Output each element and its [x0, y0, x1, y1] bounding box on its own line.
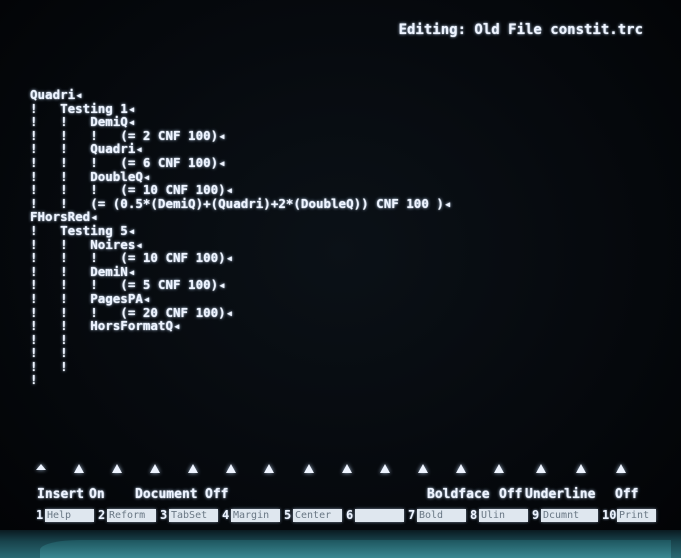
tab-stop-marker — [494, 464, 504, 473]
function-key-bar: 1 Help 2 Reform 3 TabSet 4 Margin 5 Center 6 7 Bold 8… — [36, 508, 658, 523]
insert-mode-label: Insert — [37, 487, 84, 502]
function-key-label: Help — [45, 509, 94, 522]
document-line[interactable]: ! ! ! (= 10 CNF 100)◂ — [30, 183, 451, 197]
tab-stop-marker — [616, 464, 626, 473]
function-key-number: 5 — [284, 508, 292, 522]
insert-mode-value: On — [89, 487, 105, 502]
document-line[interactable]: ! ! DemiQ◂ — [30, 115, 451, 129]
underline-mode-value: Off — [615, 487, 639, 502]
paragraph-end-marker: ◂ — [127, 100, 136, 116]
tab-stop-marker — [342, 464, 352, 473]
function-key-number: 2 — [98, 508, 106, 522]
paragraph-end-marker: ◂ — [142, 290, 151, 306]
paragraph-end-marker: ◂ — [443, 195, 452, 211]
tab-stop-marker — [304, 464, 314, 473]
document-mode-label: Document — [135, 487, 198, 502]
document-line[interactable]: ! ! — [30, 360, 451, 374]
function-key-f5[interactable]: 5 Center — [284, 508, 344, 523]
document-line[interactable]: ! — [30, 373, 451, 387]
document-line[interactable]: ! ! PagesPA◂ — [30, 292, 451, 306]
boldface-mode-label: Boldface — [427, 487, 490, 502]
tab-stop-marker — [36, 464, 46, 470]
document-line[interactable]: ! ! (= (0.5*(DemiQ)+(Quadri)+2*(DoubleQ)… — [30, 195, 452, 211]
paragraph-end-marker: ◂ — [173, 318, 181, 334]
document-line[interactable]: ! ! — [30, 332, 451, 347]
tab-ruler — [36, 464, 656, 480]
tab-stop-marker — [150, 464, 160, 473]
function-key-number: 4 — [222, 508, 230, 522]
function-key-f6[interactable]: 6 — [346, 508, 406, 523]
function-key-label: Margin — [231, 509, 280, 522]
document-line[interactable]: ! ! Quadri◂ — [30, 142, 451, 156]
paragraph-end-marker: ◂ — [218, 127, 226, 143]
function-key-f3[interactable]: 3 TabSet — [160, 508, 220, 523]
function-key-number: 8 — [470, 508, 478, 522]
function-key-label: TabSet — [169, 509, 218, 522]
tab-stop-marker — [456, 464, 466, 473]
tab-stop-marker — [576, 464, 586, 473]
function-key-f4[interactable]: 4 Margin — [222, 508, 282, 523]
document-line[interactable]: ! ! ! (= 6 CNF 100)◂ — [30, 156, 451, 170]
function-key-number: 1 — [36, 508, 44, 522]
document-text-area[interactable]: Quadri◂! Testing 1◂! ! DemiQ◂! ! ! (= 2 … — [30, 88, 451, 387]
function-key-f7[interactable]: 7 Bold — [408, 508, 468, 523]
underline-mode-label: Underline — [525, 487, 596, 502]
document-line[interactable]: Quadri◂ — [30, 88, 451, 102]
function-key-f10[interactable]: 10 Print — [602, 508, 658, 523]
function-key-number: 7 — [408, 508, 416, 522]
function-key-f2[interactable]: 2 Reform — [98, 508, 158, 523]
monitor-bezel-edge — [40, 540, 671, 558]
function-key-number: 6 — [346, 508, 354, 522]
function-key-number: 3 — [160, 508, 168, 522]
document-line[interactable]: FHorsRed◂ — [30, 210, 451, 224]
function-key-f8[interactable]: 8 Ulin — [470, 508, 530, 523]
function-key-label: Bold — [417, 509, 466, 522]
document-line[interactable]: ! Testing 5◂ — [30, 224, 451, 238]
paragraph-end-marker: ◂ — [225, 182, 234, 198]
function-key-f1[interactable]: 1 Help — [36, 508, 96, 523]
function-key-label: Ulin — [479, 509, 528, 522]
terminal-screen: Editing: Old File constit.trc Quadri◂! T… — [0, 0, 681, 558]
function-key-number: 10 — [602, 508, 617, 522]
function-key-label: Dcumnt — [541, 509, 598, 522]
paragraph-end-marker: ◂ — [127, 222, 136, 238]
paragraph-end-marker: ◂ — [90, 209, 98, 225]
paragraph-end-marker: ◂ — [75, 87, 83, 102]
document-line[interactable]: ! ! HorsFormatQ◂ — [30, 319, 451, 333]
paragraph-end-marker: ◂ — [218, 277, 226, 293]
function-key-number: 9 — [532, 508, 540, 522]
function-key-label: Center — [293, 509, 342, 522]
function-key-label: Reform — [107, 509, 156, 522]
tab-stop-marker — [380, 464, 390, 473]
document-line[interactable]: ! ! ! (= 10 CNF 100)◂ — [30, 251, 451, 265]
paragraph-end-marker: ◂ — [127, 114, 136, 130]
tab-stop-marker — [112, 464, 122, 473]
document-mode-value: Off — [205, 487, 229, 502]
tab-stop-marker — [418, 464, 428, 473]
tab-stop-marker — [536, 464, 546, 473]
function-key-label: Print — [617, 509, 656, 522]
tab-stop-marker — [226, 464, 236, 473]
function-key-f9[interactable]: 9 Dcumnt — [532, 508, 600, 523]
editing-status-line: Editing: Old File constit.trc — [398, 22, 643, 38]
paragraph-end-marker: ◂ — [225, 304, 234, 320]
boldface-mode-value: Off — [499, 487, 523, 502]
paragraph-end-marker: ◂ — [225, 250, 234, 266]
monitor-bezel — [0, 530, 681, 558]
paragraph-end-marker: ◂ — [218, 154, 226, 170]
tab-stop-marker — [264, 464, 274, 473]
document-line[interactable]: ! ! ! (= 5 CNF 100)◂ — [30, 278, 451, 292]
function-key-label — [355, 509, 404, 522]
document-line[interactable]: ! ! — [30, 346, 451, 360]
tab-stop-marker — [74, 464, 84, 473]
paragraph-end-marker: ◂ — [135, 141, 143, 157]
mode-status-row: Insert On Document Off Boldface Off Unde… — [37, 487, 657, 505]
tab-stop-marker — [188, 464, 198, 473]
document-line-text: ! — [30, 372, 38, 388]
